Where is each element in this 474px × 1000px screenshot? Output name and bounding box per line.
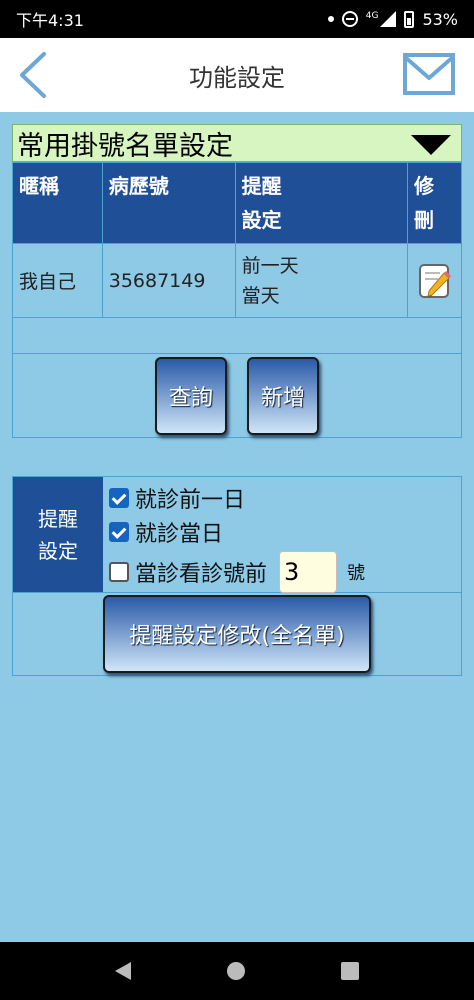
- mail-button[interactable]: [402, 52, 456, 96]
- header-record-no: 病歷號: [101, 162, 236, 244]
- cell-reminder-line-1: 前一天: [241, 254, 299, 277]
- cell-reminder-line-2: 當天: [241, 284, 280, 307]
- triangle-down-icon: [411, 135, 451, 155]
- header-nickname-label: 暱稱: [19, 174, 59, 198]
- add-button[interactable]: 新增: [247, 356, 319, 435]
- number-unit: 號: [347, 563, 366, 584]
- checkbox-before-number[interactable]: [109, 562, 129, 582]
- navigation-bar: [0, 942, 474, 1000]
- option-same-day-label: 就診當日: [135, 522, 224, 547]
- reminder-settings-bottom: 提醒設定修改(全名單): [13, 593, 461, 675]
- do-not-disturb-icon: [341, 11, 358, 27]
- table-row: 我自己 35687149 前一天 當天: [12, 243, 462, 318]
- option-day-before-label: 就診前一日: [135, 488, 246, 513]
- reminder-settings: 提醒 設定 就診前一日 就診當日 當診看診號前 號: [12, 476, 462, 676]
- header-edit-label: 修 刪: [414, 174, 434, 232]
- cell-reminder: 前一天 當天: [234, 243, 409, 318]
- header-record-no-label: 病歷號: [108, 174, 169, 198]
- option-same-day: 就診當日: [109, 515, 461, 549]
- action-button-row: 查詢 新增: [12, 354, 462, 438]
- header-reminder: 提醒 設定: [234, 162, 409, 244]
- status-time: 下午4:31: [16, 11, 84, 30]
- reminder-options: 就診前一日 就診當日 當診看診號前 號: [103, 477, 461, 595]
- list-type-select-value: 常用掛號名單設定: [17, 130, 233, 162]
- notification-dot-icon: [327, 16, 334, 22]
- list-type-select[interactable]: 常用掛號名單設定: [12, 124, 462, 162]
- battery-icon: [404, 10, 415, 28]
- network-icon: 4G: [366, 11, 397, 27]
- header-reminder-label: 提醒 設定: [241, 174, 282, 232]
- cell-record-no: 35687149: [101, 243, 236, 318]
- option-before-number-label: 當診看診號前: [135, 562, 268, 587]
- nav-recent-apps-icon[interactable]: [341, 962, 359, 980]
- reminder-label: 提醒 設定: [13, 477, 103, 592]
- number-input[interactable]: [279, 551, 338, 593]
- checkbox-day-before[interactable]: [109, 488, 129, 508]
- query-button[interactable]: 查詢: [155, 356, 227, 435]
- app-header: 功能設定: [0, 38, 474, 112]
- checkbox-same-day[interactable]: [109, 522, 129, 542]
- table-spacer: [12, 318, 462, 354]
- reminder-label-line-2: 設定: [38, 538, 78, 563]
- status-icons: 4G 53%: [327, 9, 458, 29]
- cell-nickname: 我自己: [12, 243, 103, 318]
- mail-icon: [403, 53, 455, 95]
- option-day-before: 就診前一日: [109, 481, 461, 515]
- reminder-settings-top: 提醒 設定 就診前一日 就診當日 當診看診號前 號: [13, 477, 461, 593]
- back-button[interactable]: [14, 50, 54, 100]
- page-title: 功能設定: [189, 63, 285, 92]
- chevron-left-icon: [20, 52, 46, 98]
- header-nickname: 暱稱: [12, 162, 103, 244]
- battery-level: 53%: [422, 9, 458, 29]
- cell-edit: [407, 243, 462, 318]
- header-edit: 修 刪: [407, 162, 462, 244]
- nav-back-icon[interactable]: [115, 962, 131, 980]
- update-reminder-button[interactable]: 提醒設定修改(全名單): [103, 595, 371, 673]
- status-bar: 下午4:31 4G 53%: [0, 0, 474, 38]
- table-header-row: 暱稱 病歷號 提醒 設定 修 刪: [12, 162, 462, 244]
- network-type: 4G: [365, 11, 379, 21]
- patient-table: 暱稱 病歷號 提醒 設定 修 刪 我自己 35687149 前一天 當天: [12, 162, 462, 318]
- nav-home-icon[interactable]: [227, 962, 245, 980]
- option-before-number: 當診看診號前 號: [109, 549, 461, 595]
- main-content: 常用掛號名單設定 暱稱 病歷號 提醒 設定 修 刪 我自己 35687149 前…: [12, 124, 462, 676]
- signal-icon: [380, 11, 397, 27]
- edit-icon[interactable]: [418, 263, 452, 299]
- reminder-label-line-1: 提醒: [38, 506, 78, 531]
